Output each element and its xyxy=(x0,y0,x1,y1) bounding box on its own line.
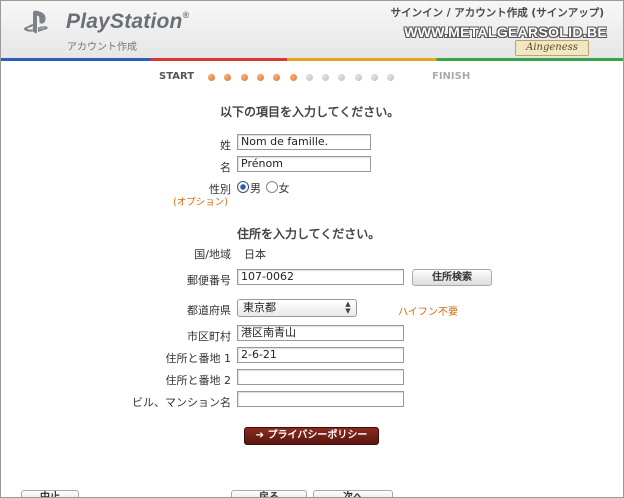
registered-mark: ® xyxy=(182,10,190,20)
progress-indicator: START FINISH xyxy=(1,71,623,85)
progress-step-dot xyxy=(224,74,232,81)
first-name-input[interactable]: Prénom xyxy=(237,156,371,172)
gender-male-label: 男 xyxy=(250,182,261,195)
address-search-button[interactable]: 住所検索 xyxy=(412,269,492,286)
window-frame: PlayStation® アカウント作成 サインイン / アカウント作成 (サイ… xyxy=(0,0,624,498)
progress-step-dot xyxy=(354,74,362,81)
privacy-policy-button[interactable]: ➔ プライバシーポリシー xyxy=(244,427,379,445)
city-input[interactable]: 港区南青山 xyxy=(237,325,404,341)
form-heading: 以下の項目を入力してください。 xyxy=(220,105,400,119)
country-label: 国/地域 xyxy=(194,248,231,261)
last-name-label: 姓 xyxy=(220,139,231,152)
prefecture-selected-value: 東京都 xyxy=(243,301,276,314)
gender-radio-group: 男 女 xyxy=(237,180,290,196)
gender-female-option[interactable]: 女 xyxy=(265,181,290,195)
header: PlayStation® アカウント作成 サインイン / アカウント作成 (サイ… xyxy=(1,1,623,58)
address2-input[interactable] xyxy=(237,369,404,385)
progress-step-dot xyxy=(240,74,248,81)
next-button[interactable]: 次へ xyxy=(313,490,393,497)
postal-code-input[interactable]: 107-0062 xyxy=(237,269,404,285)
gender-female-label: 女 xyxy=(278,182,290,195)
watermark-text: WWW.METALGEARSOLID.BE xyxy=(404,24,607,40)
progress-step-dot xyxy=(322,74,330,81)
first-name-label: 名 xyxy=(220,161,231,174)
page-title: サインイン / アカウント作成 (サインアップ) xyxy=(390,7,604,19)
hyphen-hint: ハイフン不要 xyxy=(398,307,458,318)
progress-step-dot xyxy=(289,74,297,81)
progress-step-dot xyxy=(305,74,313,81)
progress-start-label: START xyxy=(159,71,195,82)
last-name-input[interactable]: Nom de famille. xyxy=(237,134,371,150)
building-label: ビル、マンション名 xyxy=(132,396,231,409)
address1-input[interactable]: 2-6-21 xyxy=(237,347,404,363)
brand-title: PlayStation® xyxy=(66,10,190,33)
postal-code-label: 郵便番号 xyxy=(187,274,231,287)
progress-step-dot xyxy=(208,74,215,81)
gender-optional-note: (オプション) xyxy=(173,197,228,208)
gender-male-option[interactable]: 男 xyxy=(237,181,261,195)
back-button[interactable]: 戻る xyxy=(231,490,307,497)
cancel-button[interactable]: 中止 xyxy=(21,490,79,497)
select-updown-icon: ▲ ▼ xyxy=(345,300,351,315)
city-label: 市区町村 xyxy=(187,330,231,343)
progress-step-dot xyxy=(273,74,281,81)
playstation-logo-icon xyxy=(23,10,48,34)
building-input[interactable] xyxy=(237,391,404,407)
progress-step-dot xyxy=(371,74,378,81)
address2-label: 住所と番地 2 xyxy=(165,374,232,387)
brand-color-bar xyxy=(1,58,623,61)
address-heading: 住所を入力してください。 xyxy=(237,227,381,241)
prefecture-label: 都道府県 xyxy=(187,304,231,317)
progress-step-dot xyxy=(256,74,264,81)
page-subtitle: アカウント作成 xyxy=(67,42,137,53)
radio-selected-icon[interactable] xyxy=(237,181,249,193)
progress-step-dot xyxy=(387,74,395,81)
prefecture-select[interactable]: 東京都 ▲ ▼ xyxy=(237,299,357,317)
watermark-tag: Aingeness xyxy=(515,40,589,56)
country-value: 日本 xyxy=(244,248,266,261)
radio-unselected-icon[interactable] xyxy=(265,181,278,193)
address1-label: 住所と番地 1 xyxy=(165,352,232,365)
progress-finish-label: FINISH xyxy=(432,71,471,82)
progress-step-dot xyxy=(338,74,346,81)
